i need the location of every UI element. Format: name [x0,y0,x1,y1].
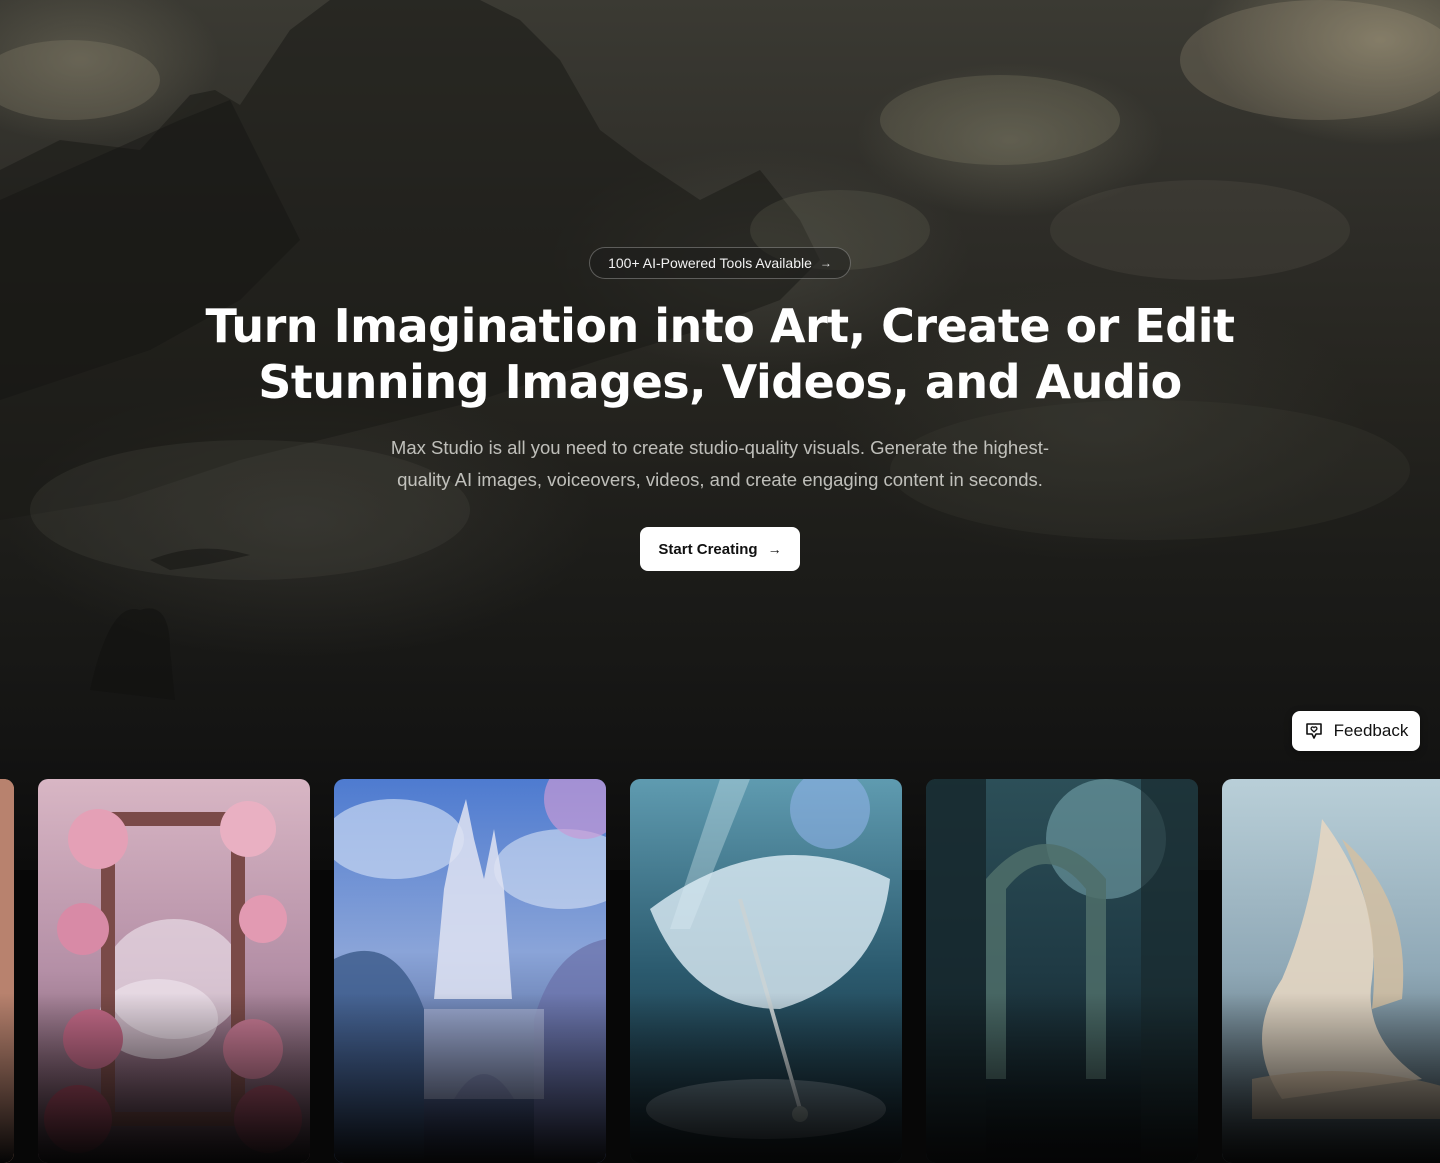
description-line-2: quality AI images, voiceovers, videos, a… [397,469,1043,490]
headline-line-1: Turn Imagination into Art, Create or Edi… [205,299,1235,353]
gallery-card-crystal-umbrella[interactable] [630,779,902,1163]
description-line-1: Max Studio is all you need to create stu… [390,437,1050,458]
headline-line-2: Stunning Images, Videos, and Audio [258,355,1182,409]
gallery-card-sky-castle[interactable] [334,779,606,1163]
page-title: Turn Imagination into Art, Create or Edi… [200,298,1240,410]
gallery-card-partial[interactable] [0,779,14,1163]
start-creating-label: Start Creating [658,540,758,558]
tools-badge-label: 100+ AI-Powered Tools Available [608,255,812,271]
hero-description: Max Studio is all you need to create stu… [370,432,1070,496]
heart-chat-icon [1304,721,1324,741]
tools-badge[interactable]: 100+ AI-Powered Tools Available → [589,247,851,279]
image-gallery [0,779,1440,1163]
feedback-button[interactable]: Feedback [1292,711,1420,751]
arrow-right-icon: → [819,256,832,270]
arrow-right-icon: → [767,541,782,557]
gallery-card-shell-ship[interactable] [1222,779,1440,1163]
feedback-label: Feedback [1333,721,1409,740]
start-creating-button[interactable]: Start Creating → [640,527,800,571]
gallery-card-flower-mirror[interactable] [38,779,310,1163]
gallery-card-forest-archway[interactable] [926,779,1198,1163]
